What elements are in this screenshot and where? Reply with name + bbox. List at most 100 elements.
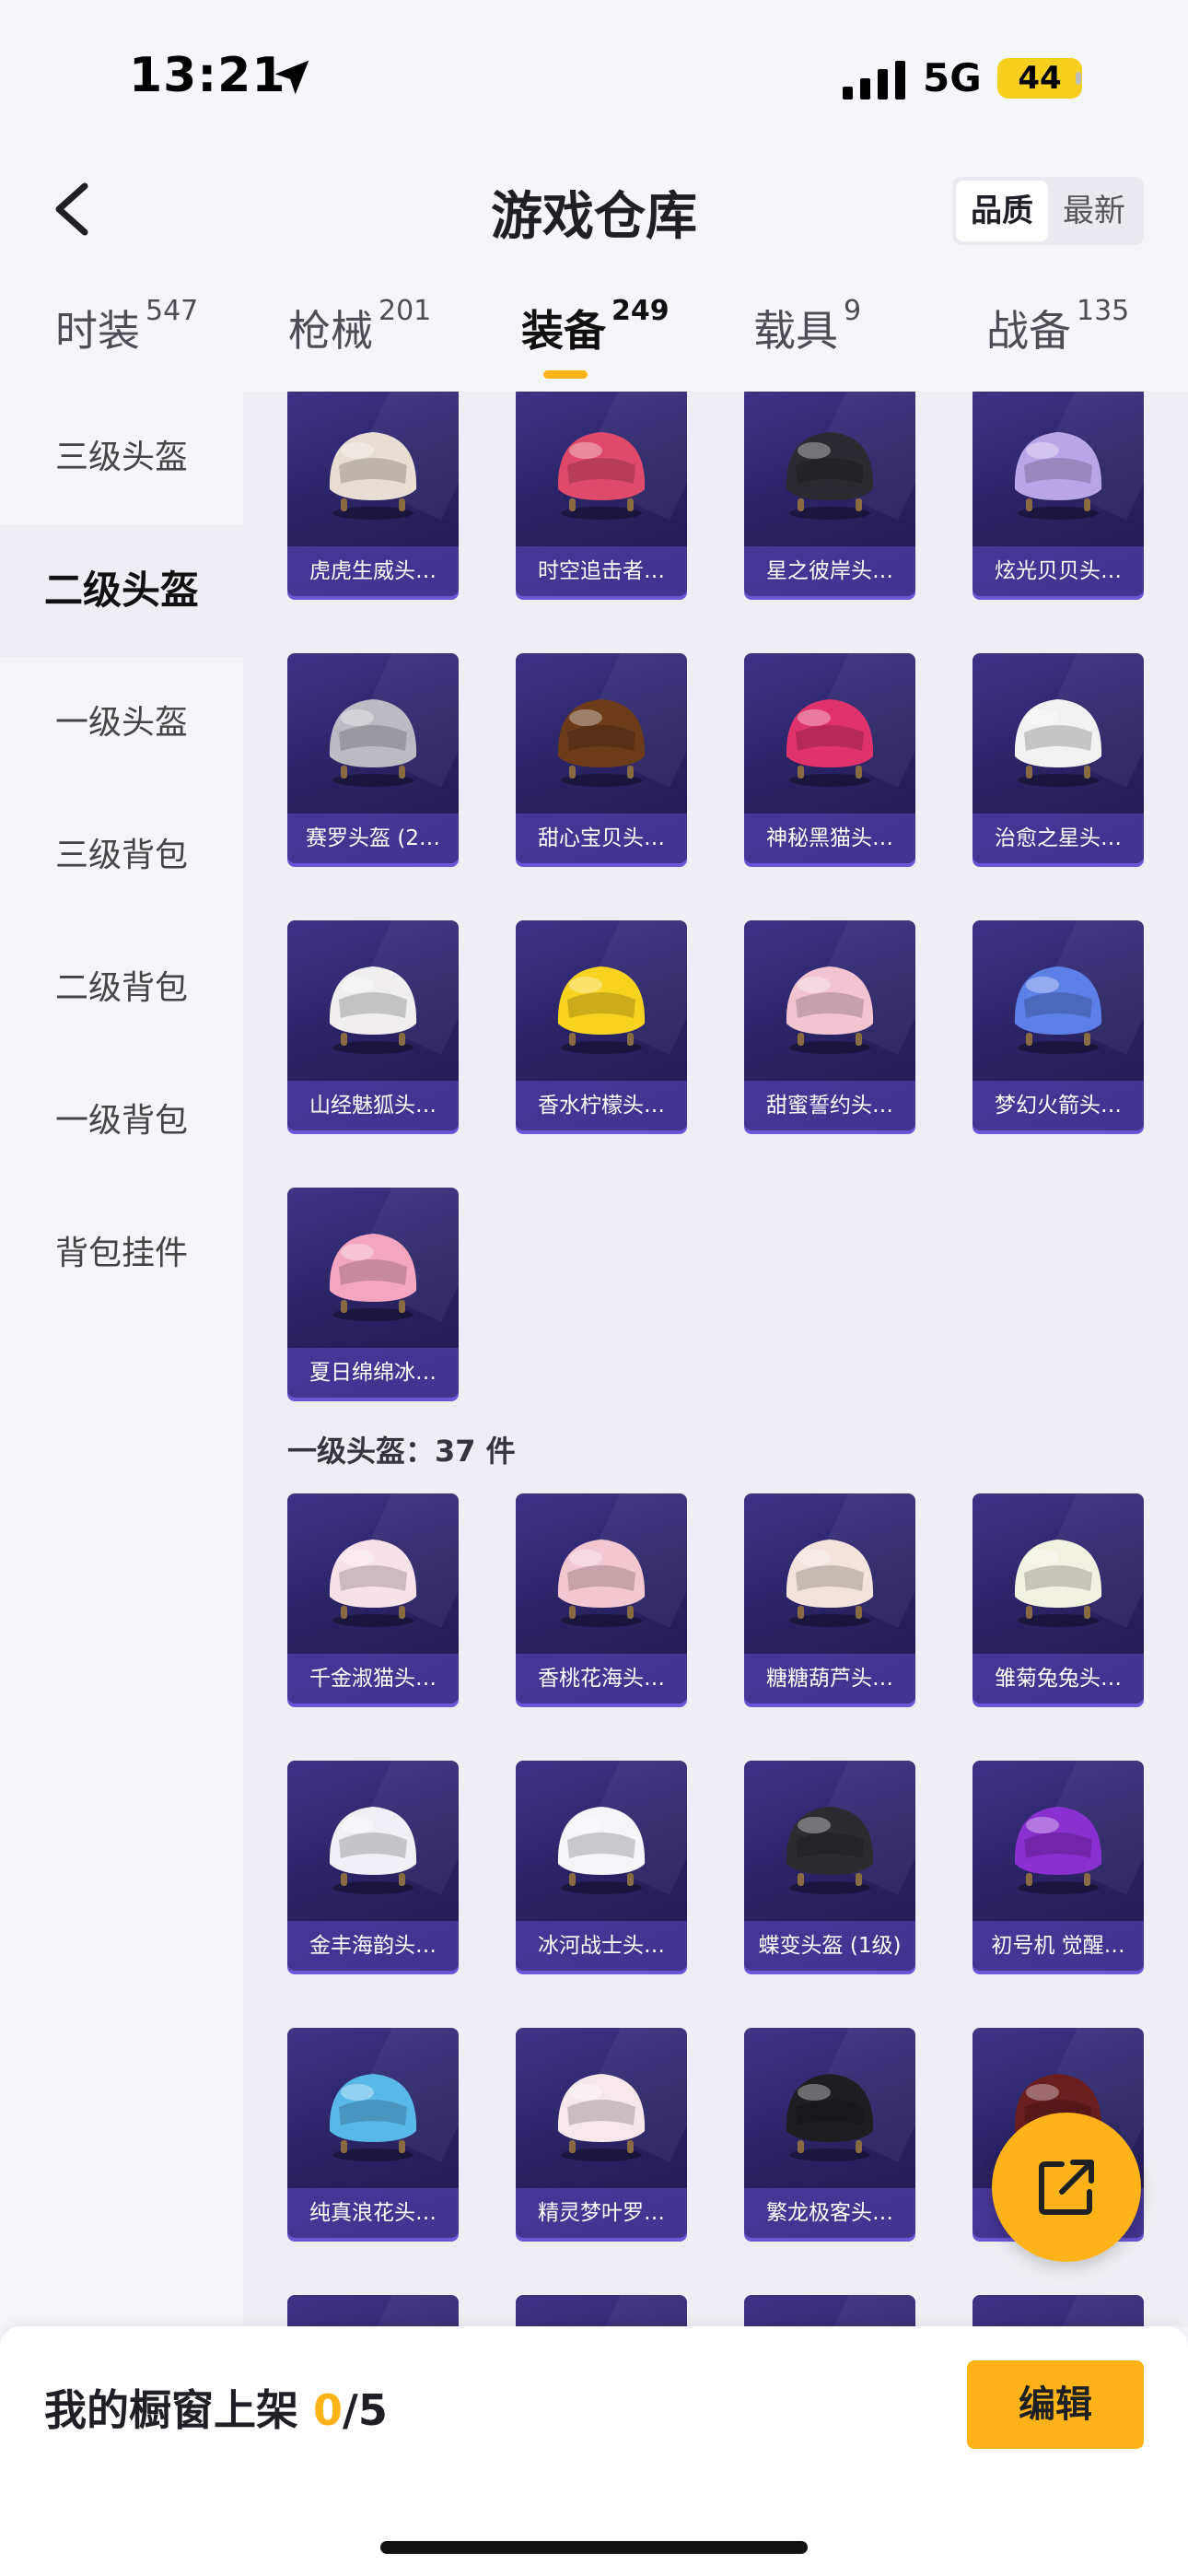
item-name: 夏日绵绵冰… <box>287 1348 459 1398</box>
item-card[interactable]: 甜心宝贝头… <box>516 653 687 863</box>
helmet-icon <box>557 966 646 1054</box>
tab-count: 547 <box>146 295 199 327</box>
item-name: 糖糖葫芦头… <box>744 1654 915 1704</box>
status-bar: 13:21 5G 44 <box>0 0 1188 157</box>
item-card[interactable]: 繁龙极客头… <box>744 2028 915 2238</box>
helmet-icon <box>786 699 874 787</box>
item-card-partial[interactable] <box>287 2295 459 2326</box>
item-card-partial[interactable] <box>516 2295 687 2326</box>
helmet-icon <box>557 1540 646 1627</box>
helmet-icon <box>329 432 417 520</box>
signal-icon <box>843 61 905 100</box>
item-name: 精灵梦叶罗… <box>516 2188 687 2238</box>
item-card[interactable]: 初号机 觉醒… <box>973 1761 1144 1971</box>
item-card[interactable]: 时空追击者… <box>516 392 687 596</box>
sidebar-item-level2-backpack[interactable]: 二级背包 <box>0 922 243 1055</box>
helmet-icon <box>786 432 874 520</box>
external-link-icon <box>1039 2160 1094 2215</box>
tab-count: 249 <box>611 295 670 327</box>
sidebar-item-level1-backpack[interactable]: 一级背包 <box>0 1055 243 1188</box>
item-card[interactable]: 蝶变头盔 (1级) <box>744 1761 915 1971</box>
sort-newest-button[interactable]: 最新 <box>1048 181 1140 241</box>
item-card[interactable]: 神秘黑猫头… <box>744 653 915 863</box>
tab-firearms[interactable]: 枪械 201 <box>288 295 431 358</box>
sidebar-item-level3-backpack[interactable]: 三级背包 <box>0 790 243 922</box>
helmet-icon <box>1014 1540 1102 1627</box>
item-card[interactable]: 香水柠檬头… <box>516 920 687 1130</box>
tab-label: 时装 <box>55 306 140 356</box>
item-card-partial[interactable] <box>744 2295 915 2326</box>
sidebar-item-level3-helmet[interactable]: 三级头盔 <box>0 392 243 524</box>
tab-label: 装备 <box>521 306 606 356</box>
showcase-total: /5 <box>343 2385 388 2435</box>
helmet-icon <box>786 1807 874 1894</box>
item-card[interactable]: 纯真浪花头… <box>287 2028 459 2238</box>
item-name: 甜蜜誓约头… <box>744 1081 915 1130</box>
category-tabs: 时装 547 枪械 201 装备 249 载具 9 战备 135 <box>0 295 1188 396</box>
helmet-icon <box>329 966 417 1054</box>
share-button[interactable] <box>992 2113 1141 2262</box>
item-name: 梦幻火箭头… <box>973 1081 1144 1130</box>
item-card[interactable]: 精灵梦叶罗… <box>516 2028 687 2238</box>
item-card[interactable]: 治愈之星头… <box>973 653 1144 863</box>
sort-toggle: 品质 最新 <box>952 177 1144 245</box>
item-card[interactable]: 炫光贝贝头… <box>973 392 1144 596</box>
sidebar-item-level2-helmet[interactable]: 二级头盔 <box>0 524 243 657</box>
item-card[interactable]: 冰河战士头… <box>516 1761 687 1971</box>
item-name: 纯真浪花头… <box>287 2188 459 2238</box>
showcase-status: 我的橱窗上架 0/5 <box>44 2377 388 2438</box>
tab-vehicles[interactable]: 载具 9 <box>753 295 861 358</box>
item-name: 炫光贝贝头… <box>973 546 1144 596</box>
sidebar-item-backpack-pendant[interactable]: 背包挂件 <box>0 1188 243 1320</box>
battery-icon: 44 <box>997 58 1082 99</box>
tab-label: 战备 <box>986 306 1071 356</box>
tab-label: 载具 <box>753 306 838 356</box>
sidebar-item-level1-helmet[interactable]: 一级头盔 <box>0 657 243 790</box>
tab-fashion[interactable]: 时装 547 <box>55 295 198 358</box>
item-card[interactable]: 梦幻火箭头… <box>973 920 1144 1130</box>
item-card[interactable]: 雏菊兔兔头… <box>973 1493 1144 1704</box>
item-card[interactable]: 山经魅狐头… <box>287 920 459 1130</box>
active-tab-indicator <box>543 370 588 379</box>
item-card[interactable]: 金丰海韵头… <box>287 1761 459 1971</box>
item-name: 千金淑猫头… <box>287 1654 459 1704</box>
item-card-partial[interactable] <box>973 2295 1144 2326</box>
item-card[interactable]: 千金淑猫头… <box>287 1493 459 1704</box>
tab-count: 9 <box>844 295 862 327</box>
item-name: 冰河战士头… <box>516 1921 687 1971</box>
item-name: 赛罗头盔 (2… <box>287 814 459 863</box>
tab-count: 201 <box>379 295 432 327</box>
item-name: 蝶变头盔 (1级) <box>744 1921 915 1971</box>
home-indicator <box>380 2541 808 2554</box>
item-card[interactable]: 甜蜜誓约头… <box>744 920 915 1130</box>
item-card[interactable]: 虎虎生威头… <box>287 392 459 596</box>
item-name: 初号机 觉醒… <box>973 1921 1144 1971</box>
item-card[interactable]: 夏日绵绵冰… <box>287 1188 459 1398</box>
helmet-icon <box>557 432 646 520</box>
item-card[interactable]: 赛罗头盔 (2… <box>287 653 459 863</box>
battery-cap <box>1076 72 1081 85</box>
item-name: 时空追击者… <box>516 546 687 596</box>
item-card[interactable]: 糖糖葫芦头… <box>744 1493 915 1704</box>
bottom-bar: 我的橱窗上架 0/5 编辑 <box>0 2326 1188 2576</box>
item-name: 山经魅狐头… <box>287 1081 459 1130</box>
item-card[interactable]: 星之彼岸头… <box>744 392 915 596</box>
item-name: 繁龙极客头… <box>744 2188 915 2238</box>
helmet-icon <box>1014 699 1102 787</box>
item-name: 香桃花海头… <box>516 1654 687 1704</box>
edit-button[interactable]: 编辑 <box>967 2360 1144 2449</box>
network-type: 5G <box>923 55 982 100</box>
tab-label: 枪械 <box>288 306 373 356</box>
sort-quality-button[interactable]: 品质 <box>956 181 1048 241</box>
showcase-current: 0 <box>313 2385 344 2435</box>
item-card[interactable]: 香桃花海头… <box>516 1493 687 1704</box>
item-name: 虎虎生威头… <box>287 546 459 596</box>
tab-war-supplies[interactable]: 战备 135 <box>986 295 1129 358</box>
item-name: 雏菊兔兔头… <box>973 1654 1144 1704</box>
tab-equipment[interactable]: 装备 249 <box>521 295 670 358</box>
helmet-icon <box>1014 966 1102 1054</box>
item-name: 甜心宝贝头… <box>516 814 687 863</box>
item-name: 治愈之星头… <box>973 814 1144 863</box>
helmet-icon <box>1014 1807 1102 1894</box>
helmet-icon <box>786 1540 874 1627</box>
